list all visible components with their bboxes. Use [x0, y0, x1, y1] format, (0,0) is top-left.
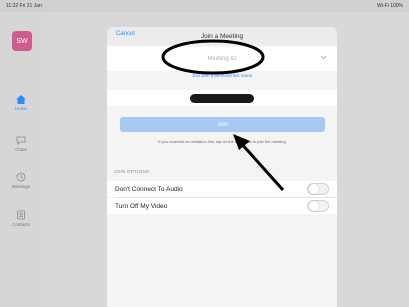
option-row-video: Turn Off My Video	[107, 198, 337, 214]
video-toggle[interactable]	[307, 200, 329, 212]
modal-header: Cancel Join a Meeting	[107, 27, 337, 45]
toggle-knob	[309, 201, 319, 211]
chat-bubble-icon	[16, 136, 26, 145]
sidebar-item-label: Contacts	[12, 222, 30, 227]
modal-title: Join a Meeting	[200, 32, 244, 40]
sidebar-item-home[interactable]: Home	[0, 95, 42, 111]
meeting-id-row	[107, 47, 337, 71]
status-time: 11:22 Fri 21 Jan	[6, 3, 42, 9]
sidebar-item-contacts[interactable]: Contacts	[0, 210, 42, 227]
meeting-id-input[interactable]	[162, 56, 282, 62]
join-button[interactable]: Join	[120, 117, 325, 132]
status-indicators: Wi-Fi 100%	[377, 3, 403, 9]
home-icon	[16, 95, 26, 104]
sidebar-item-label: Meetings	[11, 184, 31, 189]
sidebar: SW Home Chats Meetings Contacts	[0, 12, 42, 307]
join-options-header: JOIN OPTIONS	[114, 169, 150, 174]
sidebar-item-meetings[interactable]: Meetings	[0, 172, 42, 189]
option-label: Turn Off My Video	[115, 202, 168, 210]
option-label: Don't Connect To Audio	[115, 185, 183, 193]
cancel-button[interactable]: Cancel	[116, 31, 135, 37]
name-row: ████████	[107, 90, 337, 106]
clock-icon	[16, 172, 26, 182]
join-meeting-modal: Cancel Join a Meeting Join with a person…	[107, 27, 337, 307]
sidebar-item-label: Home	[14, 106, 27, 111]
display-name-field[interactable]: ████████	[190, 93, 254, 103]
personal-link[interactable]: Join with a personal link name	[107, 73, 337, 78]
sidebar-item-chats[interactable]: Chats	[0, 136, 42, 152]
avatar-initials: SW	[16, 37, 28, 45]
chevron-down-icon[interactable]	[320, 55, 327, 60]
avatar[interactable]: SW	[12, 31, 32, 51]
option-row-audio: Don't Connect To Audio	[107, 181, 337, 197]
contacts-icon	[17, 210, 25, 220]
join-note: If you received an invitation link, tap …	[158, 139, 286, 144]
audio-toggle[interactable]	[307, 183, 329, 195]
status-bar: 11:22 Fri 21 Jan Wi-Fi 100%	[0, 0, 409, 12]
toggle-knob	[309, 184, 319, 194]
sidebar-item-label: Chats	[15, 147, 27, 152]
